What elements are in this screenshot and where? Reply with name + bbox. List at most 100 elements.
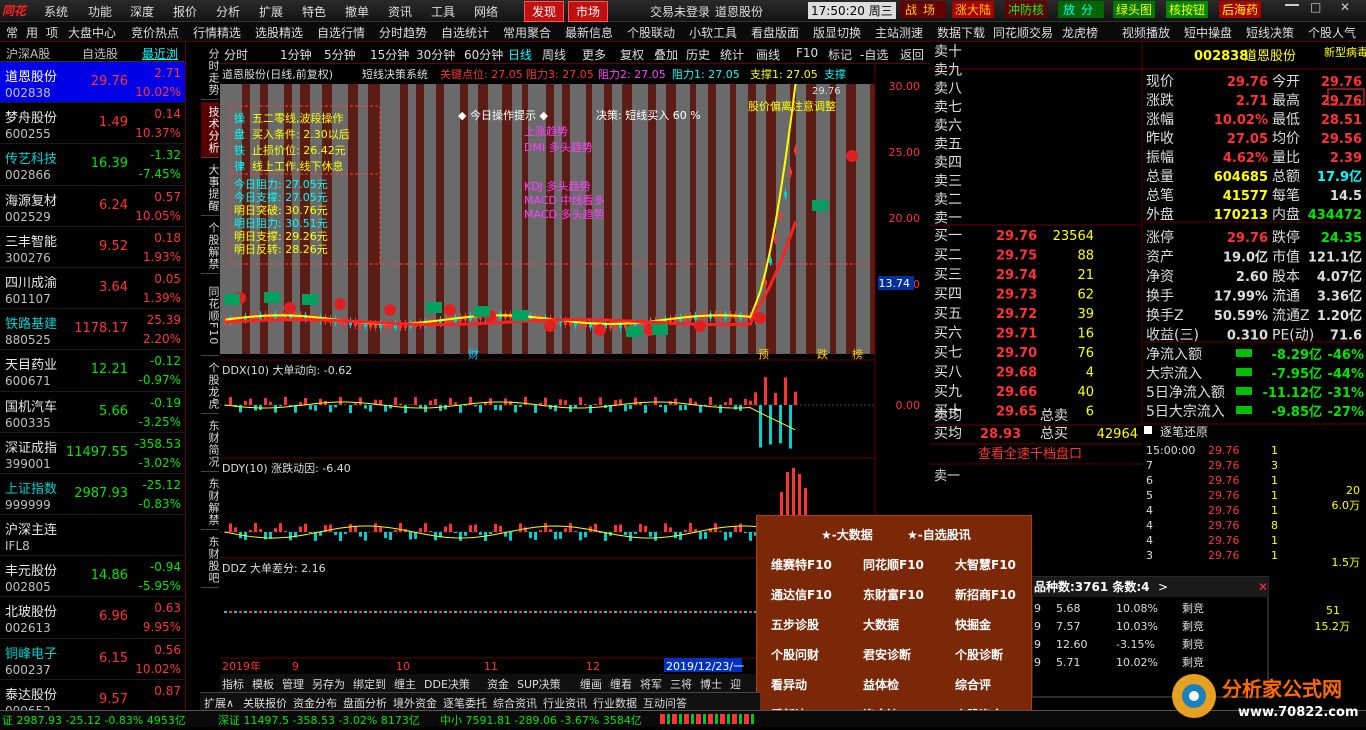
quick-btn-6[interactable]: 核按钮 [1166,1,1208,18]
popup-zixuan[interactable]: ★-自选股讯 [907,526,971,543]
popup-item-9[interactable]: 个股问财 [771,646,819,663]
indicator-tab-14[interactable]: 迎 [730,676,741,692]
popup-item-5[interactable]: 新招商F10 [955,586,1016,603]
menu-network[interactable]: 网络 [474,3,498,20]
stock-row[interactable]: 国机汽车6003355.66-0.19-3.25% [0,392,185,433]
stock-row[interactable]: 四川成渝6011073.640.051.39% [0,268,185,309]
stock-row[interactable]: 上证指数9999992987.93-25.12-0.83% [0,474,185,515]
vtab-8[interactable]: 东财股吧 [201,532,219,588]
menu-tools[interactable]: 工具 [431,3,455,20]
menu-cancel[interactable]: 撤单 [345,3,369,20]
tab-hangqing[interactable]: 行情精选 [193,24,241,41]
period-7[interactable]: 周线 [542,46,566,63]
indicator-tab-2[interactable]: 管理 [282,676,304,692]
tab-zixuangu[interactable]: 自选股 [82,45,118,62]
popup-item-4[interactable]: 东财富F10 [863,586,924,603]
period-16[interactable]: -自选 [860,46,888,63]
quick-btn-4[interactable]: 放分 [1058,1,1104,18]
stock-row[interactable]: 深证成指39900111497.55-358.53-3.02% [0,433,185,474]
tab-hushen-a[interactable]: 沪深A股 [6,45,50,62]
indicator-tab-3[interactable]: 另存为 [312,676,345,692]
stock-row[interactable]: 天目药业60067112.21-0.12-0.97% [0,350,185,391]
period-1[interactable]: 1分钟 [280,46,312,63]
tab-jingjia[interactable]: 竞价热点 [131,24,179,41]
bottom-tab-4[interactable]: 境外资金 [393,695,437,711]
tab-renqi[interactable]: 个股人气 [1308,24,1356,41]
bottom-tab-1[interactable]: 关联报价 [243,695,287,711]
vtab-1[interactable]: 技术分析 [201,102,219,158]
popup-item-11[interactable]: 个股诊断 [955,646,1003,663]
tab-longhu[interactable]: 龙虎榜 [1062,24,1098,41]
period-12[interactable]: 统计 [720,46,744,63]
bottom-tab-9[interactable]: 互动问答 [643,695,687,711]
tab-speed[interactable]: 主站测速 [875,24,923,41]
popup-item-3[interactable]: 通达信F10 [771,586,832,603]
menu-function[interactable]: 功能 [88,3,112,20]
menu-quote[interactable]: 报价 [173,3,197,20]
period-14[interactable]: F10 [796,46,818,60]
vtab-7[interactable]: 东财解禁 [201,474,219,530]
indicator-tab-7[interactable]: 资金 [487,676,509,692]
vtab-2[interactable]: 大事提醒 [201,160,219,216]
tab-video[interactable]: 视频播放 [1122,24,1170,41]
quick-btn-5[interactable]: 绿头图 [1113,1,1155,18]
period-11[interactable]: 历史 [686,46,710,63]
popup-item-6[interactable]: 五步诊股 [771,616,819,633]
tab-caopan[interactable]: 短中操盘 [1184,24,1232,41]
quick-btn-3[interactable]: 冲防核 [1005,1,1047,18]
menu-extend[interactable]: 扩展 [259,3,283,20]
popup-item-10[interactable]: 君安诊断 [863,646,911,663]
vtab-4[interactable]: 同花顺F10 [201,276,219,356]
menu-feature[interactable]: 特色 [302,3,326,20]
tab-xuangu[interactable]: 选股精选 [255,24,303,41]
bottom-tab-0[interactable]: 扩展∧ [204,695,234,711]
tab-switch[interactable]: 版显切换 [813,24,861,41]
indicator-tab-9[interactable]: 缠画 [580,676,602,692]
indicator-tab-10[interactable]: 缠看 [610,676,632,692]
popup-item-1[interactable]: 同花顺F10 [863,556,924,573]
popup-item-14[interactable]: 综合评 [955,676,991,693]
stock-row[interactable]: 海源复材0025296.240.5710.05% [0,186,185,227]
quick-btn-7[interactable]: 后海药 [1219,1,1261,18]
period-9[interactable]: 复权 [620,46,644,63]
indicator-tab-1[interactable]: 模板 [252,676,274,692]
tab-tools[interactable]: 小软工具 [689,24,737,41]
tab-trade[interactable]: 同花顺交易 [993,24,1053,41]
indicator-tab-8[interactable]: SUP决策 [517,676,561,692]
tab-juhe[interactable]: 常用聚合 [503,24,551,41]
period-17[interactable]: 返回 [900,46,924,63]
maximize-icon[interactable]: □ [1310,0,1321,14]
vtab-0[interactable]: 分时走势 [201,44,219,100]
bottom-tab-2[interactable]: 资金分布 [293,695,337,711]
menu-system[interactable]: 系统 [44,3,68,20]
menu-info[interactable]: 资讯 [388,3,412,20]
period-10[interactable]: 叠加 [654,46,678,63]
popup-item-2[interactable]: 大智慧F10 [955,556,1016,573]
popup-item-12[interactable]: 看异动 [771,676,807,693]
period-3[interactable]: 15分钟 [370,46,409,63]
menu-analysis[interactable]: 分析 [216,3,240,20]
popup-item-0[interactable]: 维赛特F10 [771,556,832,573]
tab-liandong[interactable]: 个股联动 [627,24,675,41]
bottom-tab-3[interactable]: 盘面分析 [343,695,387,711]
menu-depth[interactable]: 深度 [130,3,154,20]
indicator-tab-11[interactable]: 将军 [640,676,662,692]
tab-news[interactable]: 最新信息 [565,24,613,41]
indicator-tab-13[interactable]: 博士 [700,676,722,692]
tab-chang[interactable]: 常 [6,24,18,41]
popup-bigdata[interactable]: ★-大数据 [821,526,873,543]
indicator-tab-4[interactable]: 绑定到 [353,676,386,692]
period-15[interactable]: 标记 [828,46,852,63]
tab-xiang[interactable]: 项 [46,24,58,41]
period-6[interactable]: 日线 [508,46,532,63]
stock-row[interactable]: 北玻股份0026136.960.639.95% [0,597,185,638]
quick-btn-2[interactable]: 涨大陆 [952,1,994,18]
stock-row[interactable]: 道恩股份00283829.762.7110.02% [0,62,185,103]
minimize-icon[interactable] [1285,4,1299,6]
tab-zixuan-stat[interactable]: 自选统计 [441,24,489,41]
faxian-button[interactable]: 发现 [524,1,564,22]
popup-item-13[interactable]: 益体检 [863,676,899,693]
popup-item-8[interactable]: 快掘金 [955,616,991,633]
shichang-button[interactable]: 市场 [568,1,608,22]
period-2[interactable]: 5分钟 [324,46,356,63]
